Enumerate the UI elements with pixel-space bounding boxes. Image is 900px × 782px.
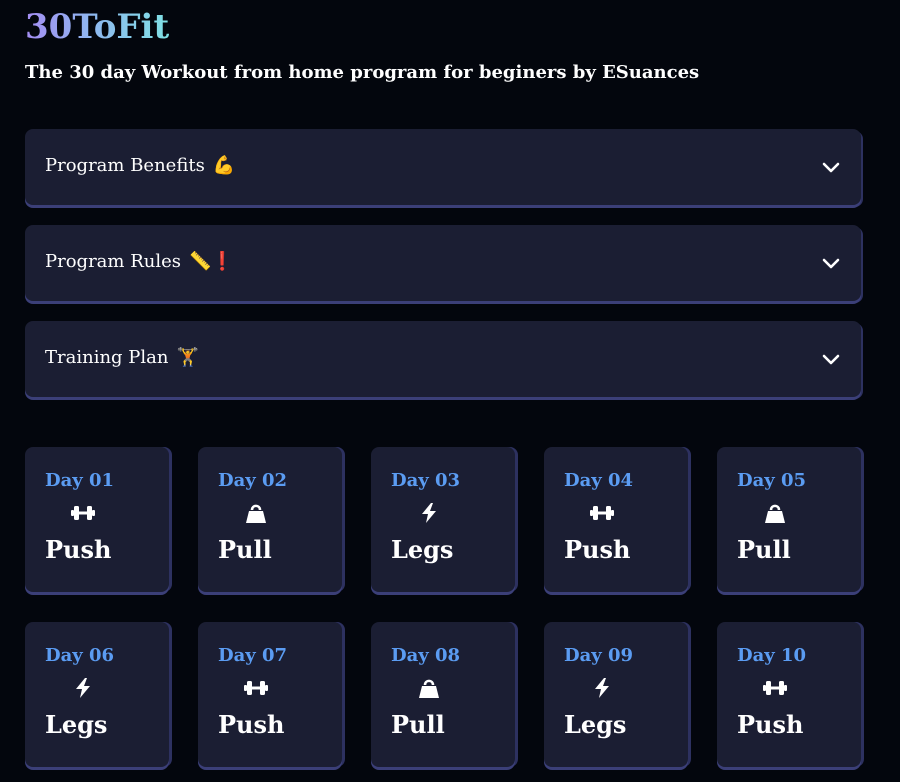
dumbbell-icon [243, 677, 269, 699]
workout-type: Legs [391, 535, 454, 564]
day-label: Day 07 [218, 645, 288, 666]
day-card[interactable]: Day 06 Legs [25, 622, 169, 767]
day-label: Day 03 [391, 470, 461, 491]
kettlebell-icon [762, 502, 788, 524]
day-card[interactable]: Day 10 Push [717, 622, 861, 767]
bolt-icon [416, 502, 442, 524]
bolt-icon [589, 677, 615, 699]
day-label: Day 09 [564, 645, 634, 666]
brand-title: 30ToFit [25, 4, 169, 50]
kettlebell-icon [243, 502, 269, 524]
day-card[interactable]: Day 08 Pull [371, 622, 515, 767]
workout-type: Push [45, 535, 112, 564]
dumbbell-icon [589, 502, 615, 524]
day-label: Day 06 [45, 645, 115, 666]
day-card[interactable]: Day 09 Legs [544, 622, 688, 767]
workout-type: Pull [737, 535, 791, 564]
accordion-label: Training Plan [45, 347, 169, 368]
workout-type: Pull [391, 710, 445, 739]
accordion-training-plan[interactable]: Training Plan 🏋 [25, 321, 861, 397]
workout-type: Legs [564, 710, 627, 739]
chevron-down-icon[interactable] [821, 253, 841, 273]
accordion-label: Program Rules [45, 251, 181, 272]
kettlebell-icon [416, 677, 442, 699]
day-card[interactable]: Day 02 Pull [198, 447, 342, 592]
workout-type: Pull [218, 535, 272, 564]
workout-type: Push [737, 710, 804, 739]
page-subtitle: The 30 day Workout from home program for… [25, 62, 700, 83]
ruler-exclamation-icon: 📏❗ [189, 251, 234, 272]
chevron-down-icon[interactable] [821, 157, 841, 177]
day-label: Day 02 [218, 470, 288, 491]
day-card[interactable]: Day 01 Push [25, 447, 169, 592]
weightlifter-icon: 🏋 [176, 347, 199, 368]
accordion-label: Program Benefits [45, 155, 205, 176]
dumbbell-icon [762, 677, 788, 699]
day-label: Day 05 [737, 470, 807, 491]
dumbbell-icon [70, 502, 96, 524]
workout-type: Push [564, 535, 631, 564]
workout-type: Push [218, 710, 285, 739]
workout-type: Legs [45, 710, 108, 739]
accordion-program-benefits[interactable]: Program Benefits 💪 [25, 129, 861, 205]
accordion-program-rules[interactable]: Program Rules 📏❗ [25, 225, 861, 301]
day-card[interactable]: Day 05 Pull [717, 447, 861, 592]
day-label: Day 10 [737, 645, 807, 666]
day-label: Day 08 [391, 645, 461, 666]
flexed-biceps-icon: 💪 [212, 155, 236, 176]
bolt-icon [70, 677, 96, 699]
day-label: Day 01 [45, 470, 115, 491]
day-card[interactable]: Day 04 Push [544, 447, 688, 592]
chevron-down-icon[interactable] [821, 349, 841, 369]
day-card[interactable]: Day 03 Legs [371, 447, 515, 592]
day-label: Day 04 [564, 470, 634, 491]
day-card[interactable]: Day 07 Push [198, 622, 342, 767]
